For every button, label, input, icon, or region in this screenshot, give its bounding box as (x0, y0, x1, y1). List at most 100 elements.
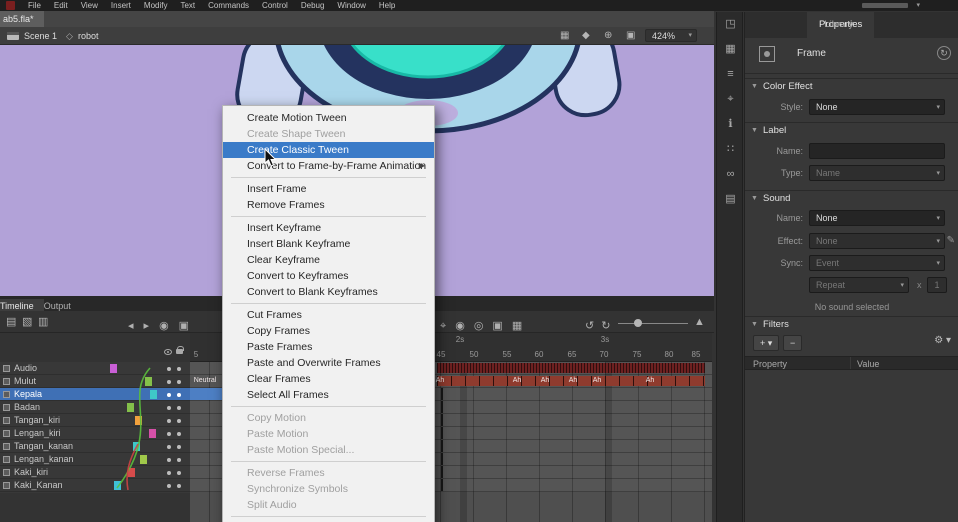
onion-skin-icon[interactable]: ⌖ (440, 319, 446, 333)
new-folder-button[interactable]: ▧ (22, 315, 32, 329)
menu-item[interactable]: Control (262, 0, 288, 11)
layer-row[interactable]: Tangan_kiri (0, 414, 190, 427)
layer-row[interactable]: Lengan_kanan (0, 453, 190, 466)
timeline-view-icon[interactable]: ◂ (128, 319, 134, 333)
camera-icon[interactable]: ▦ (560, 30, 569, 41)
layer-lock-dot[interactable] (177, 432, 181, 436)
timeline-zoom-thumb[interactable] (634, 319, 642, 327)
context-menu-item[interactable]: Reverse Frames▶ (223, 465, 434, 481)
dock-panel-icon[interactable]: ≡ (717, 62, 744, 87)
timeline-view-icon[interactable]: ◉ (159, 319, 169, 333)
dock-panel-icon[interactable]: ∞ (717, 162, 744, 187)
context-menu-item[interactable]: Paste and Overwrite Frames▶ (223, 355, 434, 371)
context-menu-item[interactable]: Convert to Keyframes▶ (223, 268, 434, 284)
onion-skin-icon[interactable]: ▣ (492, 319, 502, 333)
layer-row[interactable]: Kaki_kiri (0, 466, 190, 479)
breadcrumb-symbol[interactable]: robot (78, 31, 99, 41)
menu-item[interactable]: Help (379, 0, 395, 11)
lock-icon[interactable] (176, 349, 183, 354)
onion-skin-icon[interactable]: ◎ (474, 319, 484, 333)
layer-color-swatch[interactable] (127, 403, 134, 412)
menu-item[interactable]: Text (180, 0, 195, 11)
layer-row[interactable]: Audio (0, 362, 190, 375)
layer-visibility-dot[interactable] (167, 380, 171, 384)
context-menu-item[interactable]: Create Shape Tween▶ (223, 126, 434, 142)
edit-envelope-icon[interactable]: ✎ (947, 235, 955, 246)
layer-color-swatch[interactable] (149, 429, 156, 438)
layer-color-swatch[interactable] (140, 455, 147, 464)
layer-visibility-dot[interactable] (167, 419, 171, 423)
layer-lock-dot[interactable] (177, 393, 181, 397)
layer-visibility-dot[interactable] (167, 432, 171, 436)
layer-lock-dot[interactable] (177, 380, 181, 384)
context-menu-item[interactable]: Clear Keyframe▶ (223, 252, 434, 268)
panel-options-icon[interactable]: ↻ (937, 46, 951, 60)
layer-lock-dot[interactable] (177, 419, 181, 423)
remove-filter-button[interactable]: − (783, 335, 802, 351)
paint-bucket-icon[interactable]: ◆ (582, 30, 590, 41)
sound-name-select[interactable]: None (809, 210, 945, 226)
layer-visibility-dot[interactable] (167, 393, 171, 397)
layer-lock-dot[interactable] (177, 471, 181, 475)
context-menu-item[interactable]: Select All Frames▶ (223, 387, 434, 403)
loop-playback-icon[interactable]: ↻ (601, 319, 610, 333)
context-menu-item[interactable]: Insert Frame▶ (223, 181, 434, 197)
menu-item[interactable]: Debug (301, 0, 325, 11)
layer-lock-dot[interactable] (177, 458, 181, 462)
layer-row[interactable]: Tangan_kanan (0, 440, 190, 453)
delete-layer-button[interactable]: ▥ (38, 315, 48, 329)
context-menu-item[interactable]: Convert to Blank Keyframes▶ (223, 284, 434, 300)
repeat-count-stepper[interactable]: 1 (927, 277, 947, 293)
context-menu-item[interactable]: Create Classic Tween▶ (223, 142, 434, 158)
filter-options-gear-icon[interactable]: ⚙ ▾ (934, 335, 951, 346)
layer-row[interactable]: Kaki_Kanan (0, 479, 190, 492)
dock-panel-icon[interactable]: ⌖ (717, 87, 744, 112)
layer-row[interactable]: Badan (0, 401, 190, 414)
onion-skin-icon[interactable]: ▦ (512, 319, 522, 333)
new-layer-button[interactable]: ▤ (6, 315, 16, 329)
layer-visibility-dot[interactable] (167, 445, 171, 449)
layer-visibility-dot[interactable] (167, 406, 171, 410)
layer-color-swatch[interactable] (150, 390, 157, 399)
layer-row[interactable]: Mulut (0, 375, 190, 388)
section-sound[interactable]: ▼ Sound (745, 190, 958, 206)
breadcrumb-scene[interactable]: Scene 1 (24, 31, 57, 41)
context-menu-item[interactable]: Clear Frames▶ (223, 371, 434, 387)
layer-color-swatch[interactable] (110, 364, 117, 373)
menu-item[interactable]: Commands (208, 0, 249, 11)
layer-row[interactable]: Kepala (0, 388, 190, 401)
context-menu-item[interactable]: Create Motion Tween▶ (223, 110, 434, 126)
clip-content-icon[interactable]: ▣ (626, 30, 635, 41)
context-menu-item[interactable]: Cut Frames▶ (223, 307, 434, 323)
document-tab[interactable]: ab5.fla* (0, 11, 44, 27)
dock-panel-icon[interactable]: ▦ (717, 37, 744, 62)
context-menu-item[interactable]: ▶ (223, 513, 434, 520)
dock-panel-icon[interactable]: ∷ (717, 137, 744, 162)
menu-item[interactable]: Edit (54, 0, 68, 11)
layer-color-swatch[interactable] (128, 468, 135, 477)
layer-color-swatch[interactable] (133, 442, 140, 451)
sound-effect-select[interactable]: None (809, 233, 945, 249)
context-menu-item[interactable]: ▶ (223, 458, 434, 465)
zoom-fit-icon[interactable]: ▲ (694, 315, 705, 329)
layer-lock-dot[interactable] (177, 406, 181, 410)
context-menu-item[interactable]: Split Audio▶ (223, 497, 434, 513)
layer-color-swatch[interactable] (145, 377, 152, 386)
layer-lock-dot[interactable] (177, 484, 181, 488)
layer-visibility-dot[interactable] (167, 484, 171, 488)
timeline-view-icon[interactable]: ▸ (144, 319, 150, 333)
context-menu-item[interactable]: ▶ (223, 403, 434, 410)
layer-visibility-dot[interactable] (167, 367, 171, 371)
dock-panel-icon[interactable]: ◳ (717, 12, 744, 37)
sound-sync-select[interactable]: Event (809, 255, 945, 271)
layer-visibility-dot[interactable] (167, 471, 171, 475)
menu-item[interactable]: Window (337, 0, 365, 11)
sound-repeat-select[interactable]: Repeat (809, 277, 909, 293)
context-menu-item[interactable]: Synchronize Symbols▶ (223, 481, 434, 497)
menu-item[interactable]: View (81, 0, 98, 11)
context-menu-item[interactable]: Copy Motion▶ (223, 410, 434, 426)
dock-panel-icon[interactable]: ▤ (717, 187, 744, 212)
layer-color-swatch[interactable] (135, 416, 142, 425)
section-filters[interactable]: ▼ Filters (745, 316, 958, 332)
label-name-input[interactable] (809, 143, 945, 159)
